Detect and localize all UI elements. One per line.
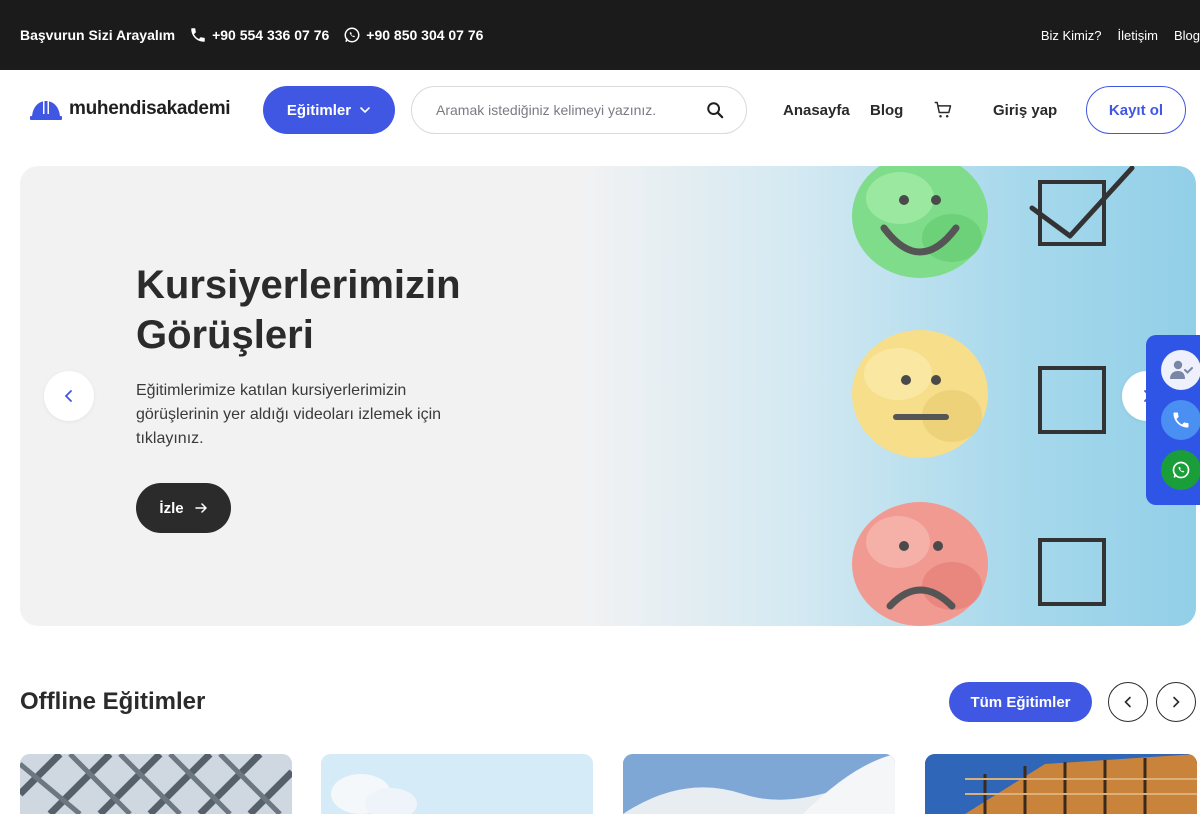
course-image xyxy=(321,754,593,814)
cart-button[interactable] xyxy=(933,100,953,125)
about-link[interactable]: Biz Kimiz? xyxy=(1041,28,1102,43)
hero-image xyxy=(580,166,1196,626)
chevron-down-icon xyxy=(360,107,370,114)
course-image xyxy=(623,754,895,814)
courses-prev-button[interactable] xyxy=(1108,682,1148,722)
hero-title: Kursiyerlerimizin Görüşleri xyxy=(136,263,461,357)
top-bar-contact: Başvurun Sizi Arayalım +90 554 336 07 76… xyxy=(20,0,483,70)
search-icon[interactable] xyxy=(706,101,724,119)
chevron-left-icon xyxy=(1124,696,1131,708)
section-title: Offline Eğitimler xyxy=(20,688,206,715)
cart-icon xyxy=(934,101,952,118)
logo-text: muhendisakademi xyxy=(69,98,231,119)
helmet-logo-icon xyxy=(30,100,62,120)
site-logo[interactable]: muhendisakademi xyxy=(30,98,231,120)
course-card[interactable] xyxy=(20,754,292,814)
neutral-face-ball xyxy=(852,330,988,458)
whatsapp-icon xyxy=(1172,461,1190,479)
watch-label: İzle xyxy=(159,499,184,517)
main-header: muhendisakademi Eğitimler Anasayfa Blog … xyxy=(0,70,1200,152)
whatsapp-contact[interactable]: +90 850 304 07 76 xyxy=(343,26,483,44)
hero-description: Eğitimlerimize katılan kursiyerlerimizin… xyxy=(136,382,442,447)
apply-callback-link[interactable]: Başvurun Sizi Arayalım xyxy=(20,27,175,43)
phone-icon xyxy=(191,28,205,42)
phone-contact[interactable]: +90 554 336 07 76 xyxy=(189,26,329,44)
register-button[interactable]: Kayıt ol xyxy=(1086,86,1186,134)
course-card[interactable] xyxy=(623,754,895,814)
whatsapp-button[interactable] xyxy=(1161,450,1200,490)
course-image xyxy=(925,754,1197,814)
whatsapp-icon xyxy=(344,27,360,43)
hero-prev-button[interactable] xyxy=(44,371,94,421)
whatsapp-number: +90 850 304 07 76 xyxy=(366,27,484,43)
consultant-button[interactable] xyxy=(1161,350,1200,390)
blog-top-link[interactable]: Blog xyxy=(1174,28,1200,43)
watch-button[interactable]: İzle xyxy=(136,483,231,533)
contact-link[interactable]: İletişim xyxy=(1118,28,1158,43)
course-card[interactable] xyxy=(321,754,593,814)
course-image xyxy=(20,754,292,814)
chevron-left-icon xyxy=(64,390,72,402)
courses-dropdown-button[interactable]: Eğitimler xyxy=(263,86,395,134)
arrow-right-icon xyxy=(194,503,207,513)
sad-face-ball xyxy=(852,502,988,626)
course-card[interactable] xyxy=(925,754,1197,814)
courses-label: Eğitimler xyxy=(286,101,352,119)
all-courses-button[interactable]: Tüm Eğitimler xyxy=(949,682,1092,722)
top-bar: Başvurun Sizi Arayalım +90 554 336 07 76… xyxy=(0,0,1200,70)
nav-home[interactable]: Anasayfa xyxy=(783,102,850,119)
chevron-right-icon xyxy=(1173,696,1180,708)
nav-blog[interactable]: Blog xyxy=(870,102,903,119)
phone-icon xyxy=(1173,412,1189,428)
login-link[interactable]: Giriş yap xyxy=(993,102,1057,119)
floating-contact-bar xyxy=(1146,335,1200,505)
hero-slider: Kursiyerlerimizin Görüşleri Eğitimlerimi… xyxy=(20,166,1196,626)
user-check-icon xyxy=(1170,360,1193,379)
feedback-emoji-illustration xyxy=(852,166,1135,626)
call-button[interactable] xyxy=(1161,400,1200,440)
phone-number: +90 554 336 07 76 xyxy=(212,27,330,43)
top-bar-links: Biz Kimiz? İletişim Blog xyxy=(1041,0,1200,70)
search-input[interactable] xyxy=(436,102,696,118)
happy-face-ball xyxy=(852,166,988,278)
courses-next-button[interactable] xyxy=(1156,682,1196,722)
search-bar xyxy=(411,86,747,134)
